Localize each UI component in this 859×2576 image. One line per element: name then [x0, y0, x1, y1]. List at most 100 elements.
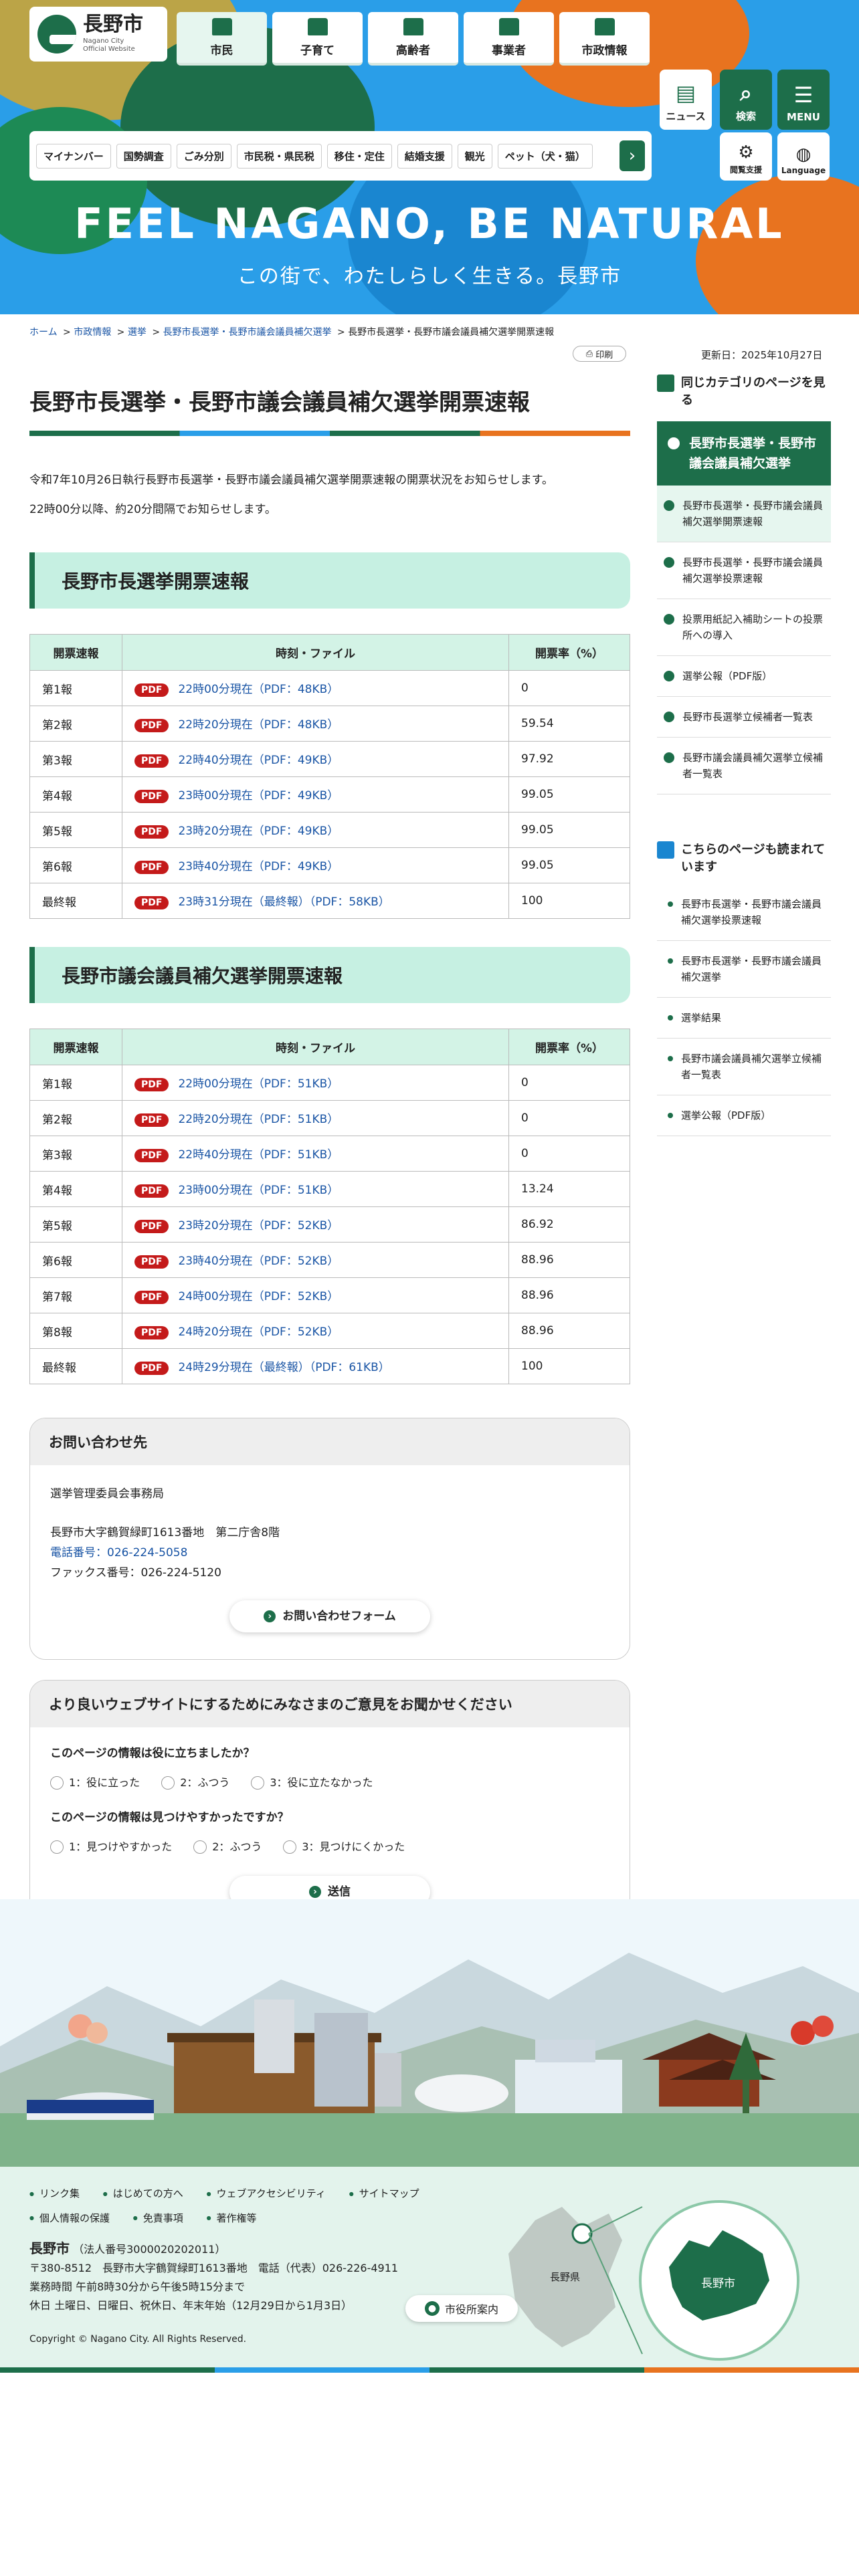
- report-label: 第4報: [29, 1171, 122, 1208]
- footer-hours: 業務時間 午前8時30分から午後5時15分まで: [29, 2280, 246, 2293]
- col-header: 開票率（%）: [508, 1029, 630, 1066]
- q1-option-not-useful[interactable]: 3：役に立たなかった: [251, 1773, 373, 1793]
- breadcrumb-home[interactable]: ホーム: [29, 327, 58, 338]
- sidebar-item-label: 長野市議会議員補欠選挙立候補者一覧表: [681, 1053, 822, 1081]
- report-label: 第4報: [29, 776, 122, 813]
- search-button[interactable]: ⌕ 検索: [720, 70, 772, 130]
- pdf-link[interactable]: 22時00分現在（PDF：48KB）: [178, 683, 339, 696]
- pdf-badge: PDF: [134, 683, 169, 697]
- site-logo[interactable]: 長野市 Nagano City Official Website: [29, 7, 167, 62]
- breadcrumb-city-info[interactable]: 市政情報: [74, 327, 111, 338]
- contact-form-button[interactable]: › お問い合わせフォーム: [229, 1600, 430, 1633]
- pdf-link[interactable]: 22時40分現在（PDF：51KB）: [178, 1148, 339, 1162]
- radio-button[interactable]: [283, 1840, 297, 1854]
- count-rate: 0: [508, 670, 630, 707]
- sidebar-item-label: 選挙公報（PDF版）: [682, 670, 773, 682]
- chevron-right-icon[interactable]: ›: [619, 140, 645, 171]
- contact-phone-link[interactable]: 電話番号：026-224-5058: [50, 1546, 187, 1560]
- footer-link[interactable]: 著作権等: [207, 2212, 257, 2224]
- browse-support-button[interactable]: ⚙ 閲覧支援: [720, 132, 772, 181]
- news-button[interactable]: ▤ ニュース: [660, 70, 712, 130]
- nav-business[interactable]: 事業者: [464, 12, 554, 66]
- pdf-link[interactable]: 23時00分現在（PDF：51KB）: [178, 1184, 339, 1197]
- nav-childcare[interactable]: 子育て: [272, 12, 363, 66]
- tag-census[interactable]: 国勢調査: [116, 143, 171, 169]
- q1-option-neutral[interactable]: 2：ふつう: [161, 1773, 229, 1793]
- nav-seniors[interactable]: 高齢者: [368, 12, 458, 66]
- pdf-link[interactable]: 24時00分現在（PDF：52KB）: [178, 1290, 339, 1303]
- footer-link[interactable]: サイトマップ: [349, 2187, 419, 2199]
- tag-mynumber[interactable]: マイナンバー: [36, 143, 111, 169]
- report-label: 第3報: [29, 741, 122, 778]
- tag-tax[interactable]: 市民税・県民税: [236, 143, 322, 169]
- sidebar-item[interactable]: 選挙公報（PDF版）: [657, 656, 831, 697]
- footer-links: リンク集 はじめての方へ ウェブアクセシビリティ サイトマップ 個人情報の保護 …: [29, 2181, 458, 2230]
- radio-button[interactable]: [193, 1840, 207, 1854]
- book-icon: [657, 841, 674, 859]
- pdf-link[interactable]: 24時20分現在（PDF：52KB）: [178, 1325, 339, 1339]
- breadcrumb-elections[interactable]: 選挙: [128, 327, 147, 338]
- q2-option-hard[interactable]: 3：見つけにくかった: [283, 1837, 405, 1857]
- pdf-link[interactable]: 23時40分現在（PDF：49KB）: [178, 860, 339, 873]
- report-label: 第6報: [29, 847, 122, 884]
- arrow-icon: [664, 500, 674, 511]
- sidebar-item[interactable]: 長野市長選挙・長野市議会議員補欠選挙投票速報: [657, 542, 831, 599]
- language-button[interactable]: ◍ Language: [777, 132, 830, 181]
- pdf-link[interactable]: 22時20分現在（PDF：51KB）: [178, 1113, 339, 1126]
- footer-link[interactable]: はじめての方へ: [103, 2187, 183, 2199]
- nav-label: 高齢者: [396, 43, 430, 58]
- tag-garbage[interactable]: ごみ分別: [176, 143, 231, 169]
- menu-button[interactable]: ☰ MENU: [777, 70, 830, 130]
- footer-link[interactable]: 個人情報の保護: [29, 2212, 110, 2224]
- sidebar-item[interactable]: 投票用紙記入補助シートの投票所への導入: [657, 599, 831, 656]
- sidebar-item[interactable]: 長野市長選挙・長野市議会議員補欠選挙開票速報: [657, 486, 831, 542]
- pdf-link[interactable]: 23時20分現在（PDF：49KB）: [178, 825, 339, 838]
- pdf-link[interactable]: 23時31分現在（最終報）（PDF：58KB）: [178, 895, 389, 909]
- pdf-link[interactable]: 22時20分現在（PDF：48KB）: [178, 718, 339, 732]
- footer-link[interactable]: ウェブアクセシビリティ: [207, 2187, 326, 2199]
- sidebar-item[interactable]: 長野市議会議員補欠選挙立候補者一覧表: [657, 738, 831, 794]
- sidebar-item[interactable]: 長野市長選挙・長野市議会議員補欠選挙投票速報: [657, 884, 831, 941]
- title-underline: [29, 431, 630, 437]
- sidebar-item[interactable]: 選挙公報（PDF版）: [657, 1095, 831, 1136]
- pdf-badge: PDF: [134, 1291, 169, 1305]
- radio-button[interactable]: [50, 1840, 64, 1854]
- bullet-icon: [668, 958, 673, 964]
- search-label: 検索: [735, 110, 756, 122]
- sidebar-heading-same-category: 同じカテゴリのページを見る: [657, 374, 831, 409]
- pdf-link[interactable]: 23時00分現在（PDF：49KB）: [178, 789, 339, 802]
- sidebar-item[interactable]: 長野市長選挙立候補者一覧表: [657, 697, 831, 738]
- global-nav: 市民 子育て 高齢者 事業者 市政情報: [177, 12, 650, 66]
- print-button[interactable]: ⎙ 印刷: [573, 346, 626, 362]
- tag-tourism[interactable]: 観光: [457, 143, 492, 169]
- pdf-link[interactable]: 23時20分現在（PDF：52KB）: [178, 1219, 339, 1232]
- radio-button[interactable]: [161, 1776, 175, 1790]
- copyright: Copyright © Nagano City. All Rights Rese…: [29, 2334, 247, 2345]
- q1-option-useful[interactable]: 1：役に立った: [50, 1773, 140, 1793]
- nav-citizens[interactable]: 市民: [177, 12, 267, 66]
- pdf-link[interactable]: 22時00分現在（PDF：51KB）: [178, 1077, 339, 1091]
- footer-link[interactable]: 免責事項: [133, 2212, 183, 2224]
- footer-link[interactable]: リンク集: [29, 2187, 80, 2199]
- sidebar-heading-label: こちらのページも読まれています: [681, 843, 826, 874]
- lead-text: 22時00分以降、約20分間隔でお知らせします。: [29, 503, 276, 517]
- sidebar-item[interactable]: 長野市長選挙・長野市議会議員補欠選挙: [657, 941, 831, 998]
- sidebar-item[interactable]: 選挙結果: [657, 998, 831, 1039]
- radio-button[interactable]: [50, 1776, 64, 1790]
- report-label: 第1報: [29, 670, 122, 707]
- sidebar-item[interactable]: 長野市議会議員補欠選挙立候補者一覧表: [657, 1039, 831, 1095]
- pdf-link[interactable]: 23時40分現在（PDF：52KB）: [178, 1255, 339, 1268]
- q2-option-neutral[interactable]: 2：ふつう: [193, 1837, 262, 1857]
- family-icon: [307, 17, 328, 35]
- pdf-link[interactable]: 22時40分現在（PDF：49KB）: [178, 754, 339, 767]
- breadcrumb-election-page[interactable]: 長野市長選挙・長野市議会議員補欠選挙: [163, 327, 332, 338]
- nav-city-info[interactable]: 市政情報: [559, 12, 650, 66]
- radio-button[interactable]: [251, 1776, 265, 1790]
- pdf-link[interactable]: 24時29分現在（最終報）（PDF：61KB）: [178, 1361, 389, 1374]
- sidebar-current-category[interactable]: 長野市長選挙・長野市議会議員補欠選挙: [657, 421, 831, 486]
- tag-pets[interactable]: ペット（犬・猫）: [497, 143, 593, 169]
- q2-option-easy[interactable]: 1：見つけやすかった: [50, 1837, 172, 1857]
- report-label: 第7報: [29, 1277, 122, 1314]
- tag-marriage[interactable]: 結婚支援: [397, 143, 452, 169]
- tag-relocation[interactable]: 移住・定住: [326, 143, 392, 169]
